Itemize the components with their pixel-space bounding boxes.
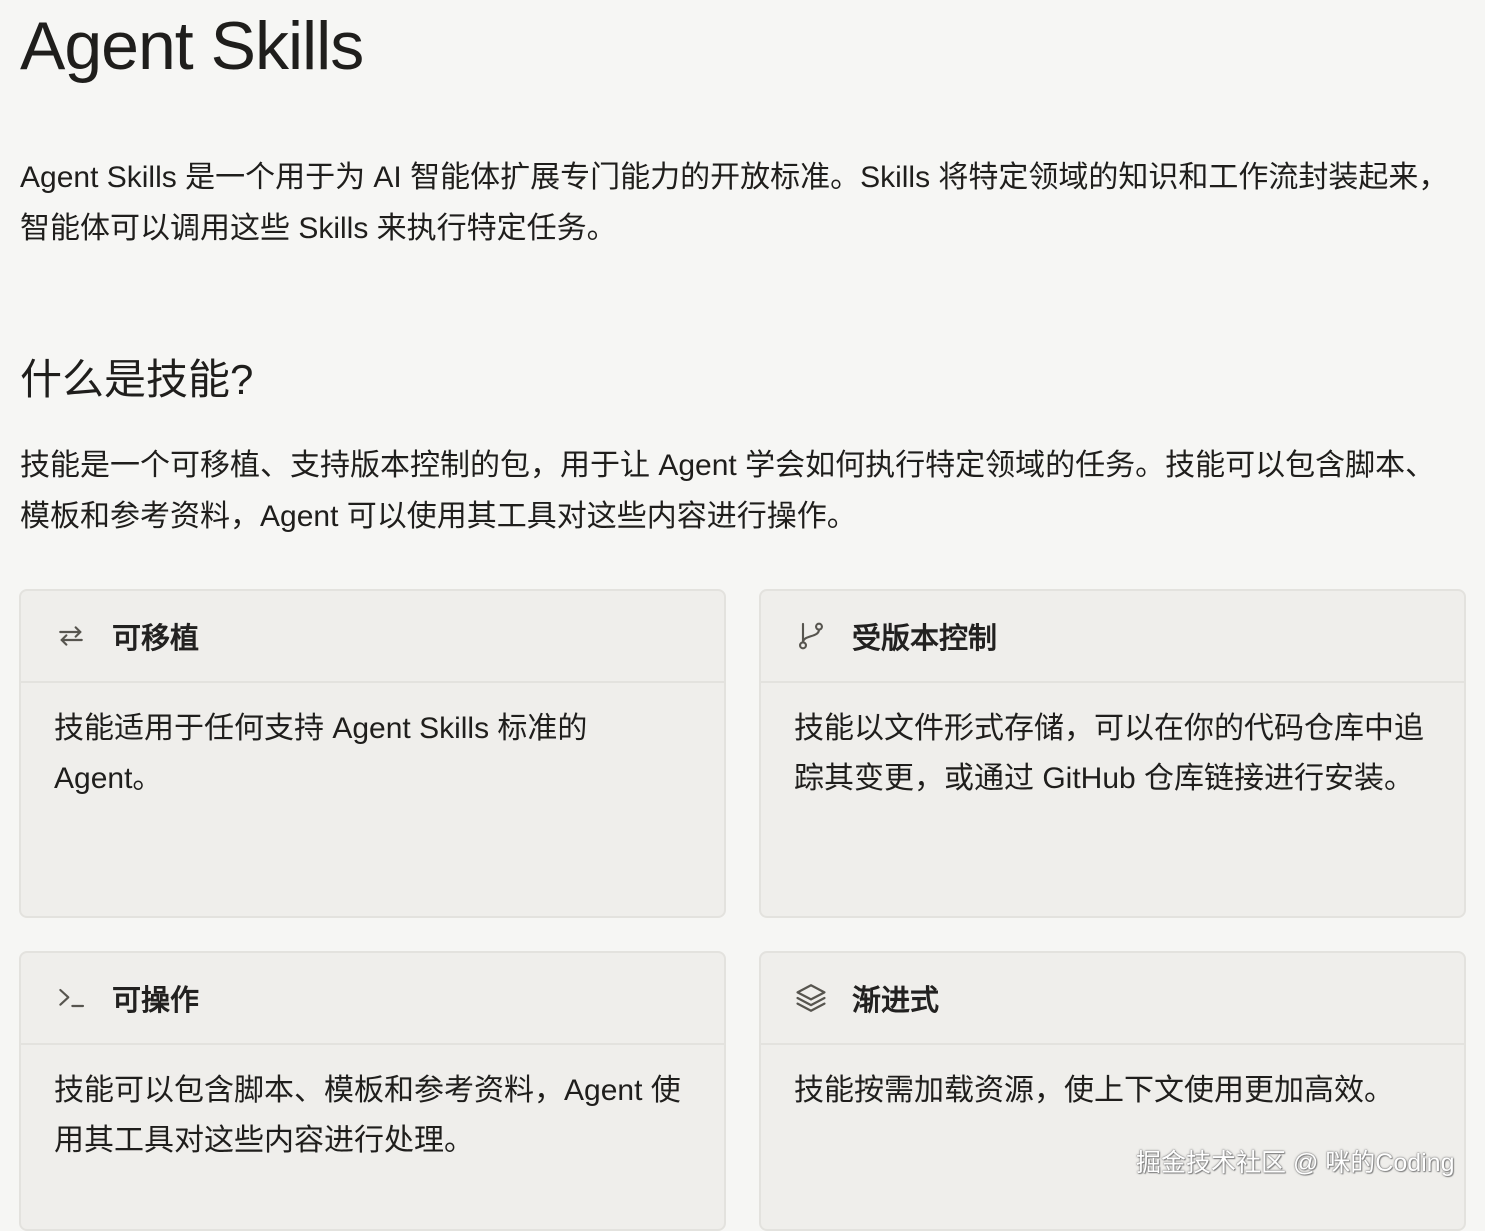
card-body: 技能适用于任何支持 Agent Skills 标准的 Agent。 — [54, 712, 588, 795]
card-version-controlled: 受版本控制 技能以文件形式存储，可以在你的代码仓库中追踪其变更，或通过 GitH… — [759, 589, 1466, 918]
card-actionable: 可操作 技能可以包含脚本、模板和参考资料，Agent 使用其工具对这些内容进行处… — [19, 951, 726, 1231]
arrows-swap-icon — [54, 619, 88, 653]
card-body: 技能可以包含脚本、模板和参考资料，Agent 使用其工具对这些内容进行处理。 — [54, 1074, 681, 1157]
card-header: 受版本控制 — [761, 591, 1464, 683]
card-title: 可移植 — [112, 623, 200, 655]
watermark: 掘金技术社区 @ 咪的Coding — [1136, 1149, 1455, 1177]
section-heading: 什么是技能? — [20, 356, 254, 403]
terminal-icon — [54, 981, 88, 1015]
card-progressive: 渐进式 技能按需加载资源，使上下文使用更加高效。 — [759, 951, 1466, 1231]
card-header: 可操作 — [21, 953, 724, 1045]
section-description: 技能是一个可移植、支持版本控制的包，用于让 Agent 学会如何执行特定领域的任… — [20, 449, 1436, 533]
card-title: 渐进式 — [852, 985, 940, 1017]
page-title: Agent Skills — [20, 8, 364, 84]
card-header: 渐进式 — [761, 953, 1464, 1045]
card-header: 可移植 — [21, 591, 724, 683]
layers-icon — [794, 981, 828, 1015]
card-title: 可操作 — [112, 985, 200, 1017]
card-portable: 可移植 技能适用于任何支持 Agent Skills 标准的 Agent。 — [19, 589, 726, 918]
intro-paragraph: Agent Skills 是一个用于为 AI 智能体扩展专门能力的开放标准。Sk… — [20, 161, 1449, 245]
git-branch-icon — [794, 619, 828, 653]
card-title: 受版本控制 — [852, 623, 998, 655]
card-body: 技能以文件形式存储，可以在你的代码仓库中追踪其变更，或通过 GitHub 仓库链… — [794, 712, 1424, 795]
card-body: 技能按需加载资源，使上下文使用更加高效。 — [794, 1074, 1394, 1107]
